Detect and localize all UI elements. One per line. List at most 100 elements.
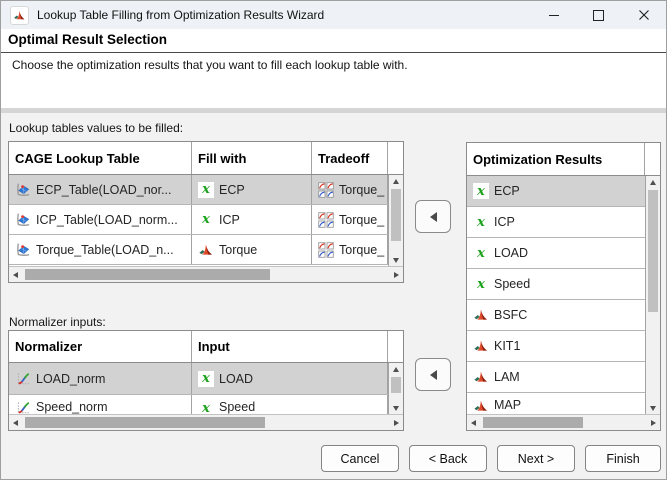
tradeoff-value: Torque_ xyxy=(339,242,385,257)
x-variable-icon: x xyxy=(202,400,210,416)
lookup-tables-label: Lookup tables values to be filled: xyxy=(9,121,184,135)
column-header-tradeoff: Tradeoff xyxy=(312,142,388,174)
column-header-stub xyxy=(388,142,403,174)
matlab-model-icon xyxy=(473,369,489,385)
tradeoff-value: Torque_ xyxy=(339,182,385,197)
page-title: Optimal Result Selection xyxy=(8,32,168,47)
list-item[interactable]: MAP xyxy=(467,393,660,414)
result-name: LOAD xyxy=(494,246,529,260)
vertical-scrollbar[interactable] xyxy=(388,363,403,415)
table-row[interactable]: Speed_norm x Speed xyxy=(9,395,403,415)
normalizer-header-row: Normalizer Input xyxy=(9,331,403,363)
horizontal-scrollbar[interactable] xyxy=(467,414,660,430)
lookup-table-header-row: CAGE Lookup Table Fill with Tradeoff xyxy=(9,142,403,175)
tradeoff-icon xyxy=(318,242,334,258)
column-header-cage-lookup-table: CAGE Lookup Table xyxy=(9,142,192,174)
result-name: ECP xyxy=(494,184,520,198)
list-item[interactable]: x LOAD xyxy=(467,238,660,269)
scroll-left-icon[interactable] xyxy=(9,415,22,430)
result-name: BSFC xyxy=(494,308,528,322)
column-header-normalizer: Normalizer xyxy=(9,331,192,362)
scroll-right-icon[interactable] xyxy=(390,267,403,282)
assign-result-to-normalizer-button[interactable] xyxy=(415,358,451,391)
scroll-up-icon[interactable] xyxy=(646,176,660,189)
title-divider xyxy=(1,52,666,53)
scroll-left-icon[interactable] xyxy=(467,415,480,430)
list-item[interactable]: LAM xyxy=(467,362,660,393)
titlebar: Lookup Table Filling from Optimization R… xyxy=(1,1,666,29)
input-value: Speed xyxy=(219,400,256,414)
cancel-button[interactable]: Cancel xyxy=(321,445,399,472)
x-variable-icon: x xyxy=(198,181,214,198)
x-variable-icon: x xyxy=(477,214,485,230)
result-name: KIT1 xyxy=(494,339,521,353)
results-header-row: Optimization Results xyxy=(467,143,660,176)
wizard-dialog: Lookup Table Filling from Optimization R… xyxy=(0,0,667,480)
list-item[interactable]: x ECP xyxy=(467,176,660,207)
minimize-button[interactable] xyxy=(531,1,576,29)
back-button[interactable]: < Back xyxy=(409,445,487,472)
vertical-scrollbar[interactable] xyxy=(388,175,403,267)
result-name: LAM xyxy=(494,370,520,384)
lookup-tables-table: CAGE Lookup Table Fill with Tradeoff ECP… xyxy=(8,141,404,283)
tradeoff-icon xyxy=(318,212,334,228)
surface-table-icon xyxy=(15,212,31,228)
close-icon xyxy=(638,10,649,20)
matlab-logo-icon xyxy=(10,5,29,25)
list-item[interactable]: x Speed xyxy=(467,269,660,300)
list-item[interactable]: KIT1 xyxy=(467,331,660,362)
cage-table-name: ICP_Table(LOAD_norm... xyxy=(36,212,178,227)
optimization-results-list: Optimization Results x ECP x ICP x LOAD x Sp… xyxy=(466,142,661,431)
finish-button[interactable]: Finish xyxy=(585,445,661,472)
scroll-right-icon[interactable] xyxy=(390,415,403,430)
maximize-button[interactable] xyxy=(576,1,621,29)
scrollbar-thumb[interactable] xyxy=(483,417,583,428)
table-row[interactable]: ICP_Table(LOAD_norm... x ICP Torque_ xyxy=(9,205,403,235)
column-header-optimization-results: Optimization Results xyxy=(467,143,645,175)
cage-table-name: ECP_Table(LOAD_nor... xyxy=(36,182,172,197)
column-header-fill-with: Fill with xyxy=(192,142,312,174)
scrollbar-thumb[interactable] xyxy=(25,269,270,280)
fill-with-value: ECP xyxy=(219,182,245,197)
close-button[interactable] xyxy=(621,1,666,29)
list-item[interactable]: x ICP xyxy=(467,207,660,238)
window-title: Lookup Table Filling from Optimization R… xyxy=(37,8,325,22)
scrollbar-thumb[interactable] xyxy=(391,377,401,393)
x-variable-icon: x xyxy=(473,183,489,199)
horizontal-scrollbar[interactable] xyxy=(9,266,403,282)
normalizer-inputs-label: Normalizer inputs: xyxy=(9,315,106,329)
next-button[interactable]: Next > xyxy=(497,445,575,472)
tradeoff-icon xyxy=(318,182,334,198)
surface-table-icon xyxy=(15,242,31,258)
assign-result-to-table-button[interactable] xyxy=(415,200,451,233)
table-row[interactable]: Torque_Table(LOAD_n... Torque Torque_ xyxy=(9,235,403,265)
scroll-up-icon[interactable] xyxy=(389,363,403,376)
normalizer-icon xyxy=(15,400,31,415)
result-name: MAP xyxy=(494,398,522,412)
vertical-scrollbar[interactable] xyxy=(645,176,660,415)
column-header-input: Input xyxy=(192,331,388,362)
scrollbar-thumb[interactable] xyxy=(648,190,658,312)
normalizer-name: Speed_norm xyxy=(36,400,108,414)
maximize-icon xyxy=(593,9,604,21)
table-row[interactable]: LOAD_norm x LOAD xyxy=(9,363,403,395)
scrollbar-thumb[interactable] xyxy=(25,417,265,428)
fill-with-value: Torque xyxy=(219,242,258,257)
list-item[interactable]: BSFC xyxy=(467,300,660,331)
matlab-model-icon xyxy=(473,338,489,354)
scroll-right-icon[interactable] xyxy=(647,415,660,430)
matlab-model-icon xyxy=(473,307,489,323)
table-row[interactable]: ECP_Table(LOAD_nor... x ECP Torque_ xyxy=(9,175,403,205)
matlab-model-icon xyxy=(473,398,489,414)
scroll-left-icon[interactable] xyxy=(9,267,22,282)
fill-with-value: ICP xyxy=(219,212,240,227)
scrollbar-thumb[interactable] xyxy=(391,189,401,241)
scroll-up-icon[interactable] xyxy=(389,175,403,188)
tradeoff-value: Torque_ xyxy=(339,212,385,227)
cage-table-name: Torque_Table(LOAD_n... xyxy=(36,242,174,257)
arrow-left-icon xyxy=(429,211,437,222)
result-name: Speed xyxy=(494,277,531,291)
x-variable-icon: x xyxy=(198,370,214,387)
horizontal-scrollbar[interactable] xyxy=(9,414,403,430)
page-description: Choose the optimization results that you… xyxy=(12,58,408,72)
